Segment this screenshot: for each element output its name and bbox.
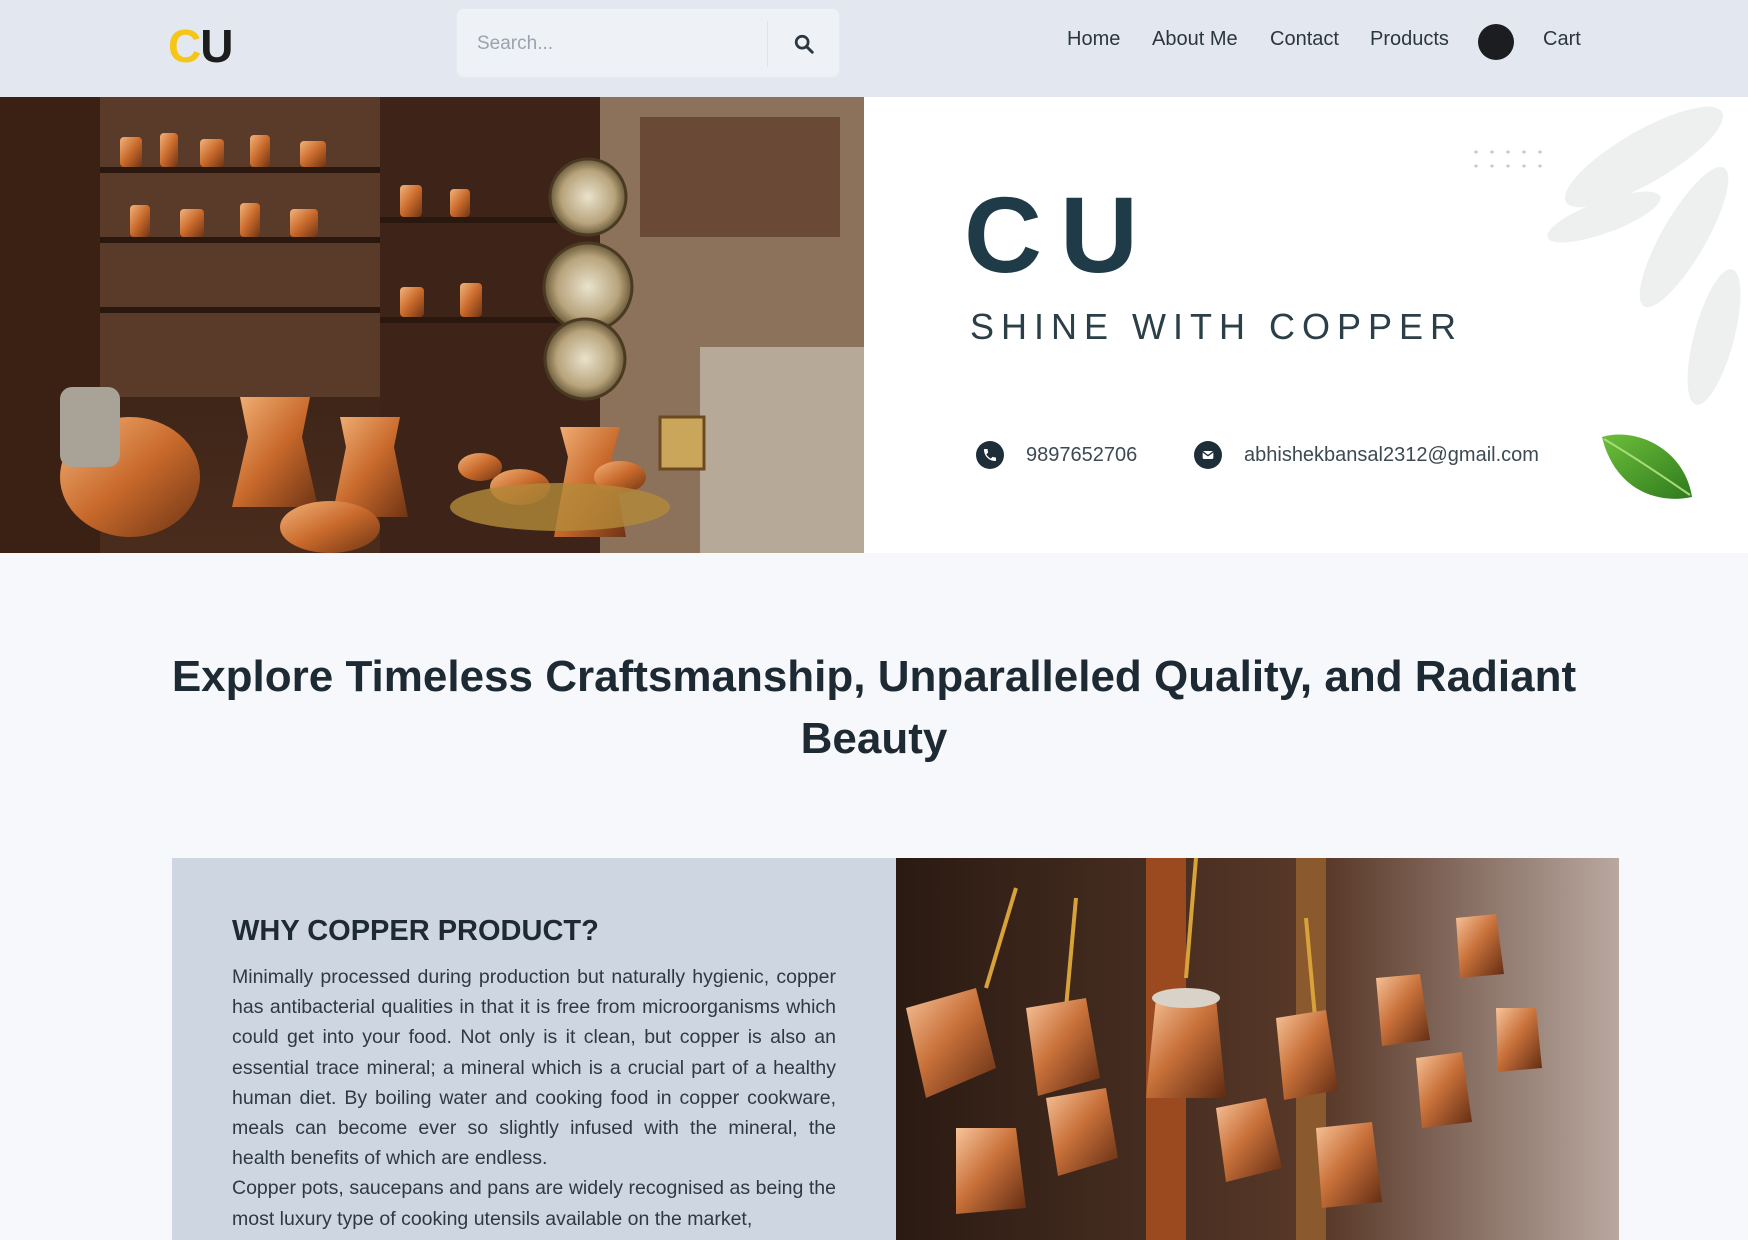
theme-toggle-button[interactable] [1478,24,1514,60]
why-copper-paragraph: Copper pots, saucepans and pans are wide… [232,1177,836,1230]
contact-email[interactable]: abhishekbansal2312@gmail.com [1194,441,1539,469]
why-copper-paragraph: Minimally processed during production bu… [232,966,836,1170]
nav-cart[interactable]: Cart [1543,28,1581,51]
hero-copper-shop-image [0,97,864,553]
hero-info-panel: CU SHINE WITH COPPER 9897652706 abhishek… [864,97,1748,553]
copper-shop-illustration [0,97,864,553]
site-logo[interactable]: CU [168,18,233,74]
search-button[interactable] [779,23,829,65]
hanging-copper-pots-image [896,858,1619,1240]
phone-icon [976,441,1004,469]
nav-about-me[interactable]: About Me [1152,28,1238,51]
search-icon [794,34,814,54]
hero-subtitle: SHINE WITH COPPER [970,306,1464,347]
logo-letter-c: C [168,20,201,72]
dots-decoration [1468,145,1548,173]
why-copper-text: Minimally processed during production bu… [232,962,836,1234]
nav-products[interactable]: Products [1370,28,1449,51]
nav-contact[interactable]: Contact [1270,28,1339,51]
nav-home[interactable]: Home [1067,28,1120,51]
why-copper-title: WHY COPPER PRODUCT? [232,915,599,947]
logo-letter-u: U [200,20,233,72]
hanging-copper-illustration [896,858,1619,1240]
contact-email-address: abhishekbansal2312@gmail.com [1244,443,1539,466]
search-bar [456,8,840,78]
email-icon [1194,441,1222,469]
contact-phone-number: 9897652706 [1026,443,1138,466]
navbar: CU Home About Me Contact Products Cart [0,0,1748,97]
leaf-icon [1602,434,1692,499]
why-copper-card: WHY COPPER PRODUCT? Minimally processed … [172,858,896,1240]
search-input[interactable] [477,25,777,63]
section-heading: Explore Timeless Craftsmanship, Unparall… [171,652,1577,763]
hero-title: CU [964,174,1156,295]
search-divider [767,21,768,67]
contact-phone[interactable]: 9897652706 [976,441,1137,469]
